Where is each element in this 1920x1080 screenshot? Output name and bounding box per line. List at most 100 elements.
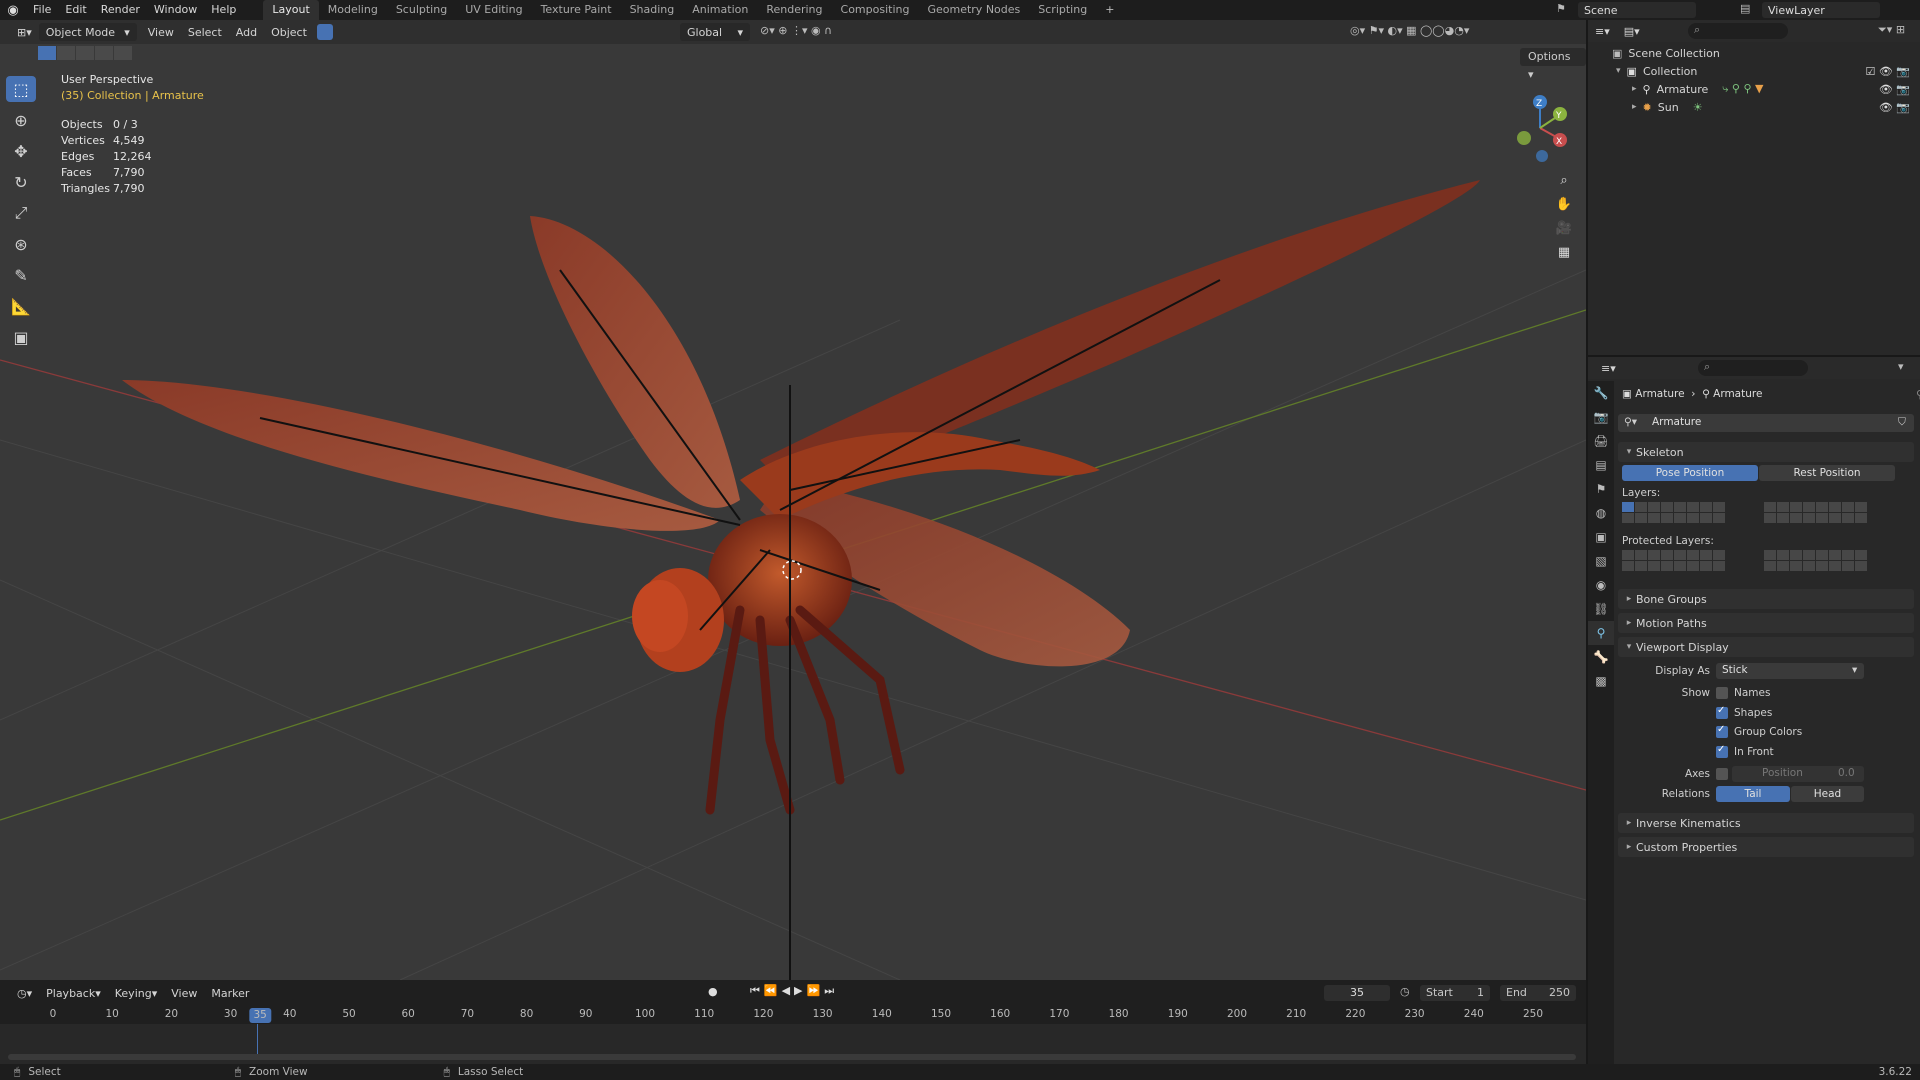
panel-inverse-kinematics[interactable]: ▸ Inverse Kinematics (1618, 813, 1914, 833)
tab-sculpting[interactable]: Sculpting (387, 0, 456, 20)
menu-timeline-view[interactable]: View (164, 984, 204, 1002)
current-frame-badge[interactable]: 35 (249, 1008, 271, 1023)
navigation-gizmo[interactable]: Z X Y (1510, 92, 1570, 162)
timeline-scrollbar[interactable] (8, 1054, 1576, 1060)
panel-motion-paths[interactable]: ▸ Motion Paths (1618, 613, 1914, 633)
collection-tab-icon[interactable]: ▣ (1588, 525, 1614, 549)
tab-texture-paint[interactable]: Texture Paint (532, 0, 621, 20)
menu-view[interactable]: View (141, 23, 181, 41)
tab-compositing[interactable]: Compositing (832, 0, 919, 20)
panel-custom-properties[interactable]: ▸ Custom Properties (1618, 837, 1914, 857)
blender-logo-icon[interactable]: ◉ (0, 0, 26, 20)
in-front-checkbox[interactable] (1716, 744, 1728, 758)
menu-add[interactable]: Add (229, 23, 264, 41)
options-dropdown[interactable]: Options ▾ (1520, 48, 1586, 81)
world-tab-icon[interactable]: ◍ (1588, 501, 1614, 525)
object-tab-icon[interactable]: ▧ (1588, 549, 1614, 573)
protected-layers-grid-b[interactable] (1764, 550, 1867, 571)
tab-geometry-nodes[interactable]: Geometry Nodes (918, 0, 1029, 20)
orientation-selector[interactable]: Global ▾ (680, 23, 750, 41)
timeline-editor-icon[interactable]: ◷▾ (10, 984, 39, 1002)
texture-tab-icon[interactable]: ▩ (1588, 669, 1614, 693)
outliner-row[interactable]: ▾ ▣ Collection ☑ 👁 📷 (1588, 62, 1920, 80)
rest-position-button[interactable]: Rest Position (1759, 465, 1895, 481)
axes-position-field[interactable]: Position 0.0 (1732, 766, 1864, 782)
tab-layout[interactable]: Layout (263, 0, 319, 20)
add-workspace-icon[interactable]: + (1096, 0, 1123, 20)
scene-tab-icon[interactable]: ⚑ (1588, 477, 1614, 501)
datablock-selector[interactable]: ⚲▾ Armature ⛉ (1618, 414, 1914, 432)
tab-scripting[interactable]: Scripting (1029, 0, 1096, 20)
panel-viewport-display[interactable]: ▾ Viewport Display (1618, 637, 1914, 657)
menu-edit[interactable]: Edit (58, 0, 93, 20)
panel-skeleton[interactable]: ▾ Skeleton (1618, 442, 1914, 462)
names-checkbox[interactable] (1716, 687, 1728, 699)
scale-icon[interactable]: ⤢ (6, 200, 36, 226)
outliner-row[interactable]: ▸ ⚲ Armature ⤷ ⚲ ⚲ ▼ 👁 📷 (1588, 80, 1920, 98)
armature-data-tab-icon[interactable]: ⚲ (1588, 621, 1614, 645)
menu-render[interactable]: Render (94, 0, 147, 20)
pin-icon[interactable]: ⚲ (1916, 388, 1920, 401)
tab-rendering[interactable]: Rendering (757, 0, 831, 20)
select-invert-icon[interactable] (95, 46, 113, 60)
measure-icon[interactable]: 📐 (6, 293, 36, 319)
select-subtract-icon[interactable] (76, 46, 94, 60)
relations-tail-button[interactable]: Tail (1716, 786, 1790, 802)
select-new-icon[interactable] (38, 46, 56, 60)
menu-window[interactable]: Window (147, 0, 204, 20)
frame-ruler[interactable]: 0 10 20 30 40 50 60 70 80 90 100 110 120 130 140 150 160… (0, 1006, 1586, 1024)
tab-uv-editing[interactable]: UV Editing (456, 0, 531, 20)
view-layer-selector[interactable]: ViewLayer (1762, 2, 1880, 18)
bone-tab-icon[interactable]: 🦴 (1588, 645, 1614, 669)
view-layer-tab-icon[interactable]: ▤ (1588, 453, 1614, 477)
playhead[interactable] (257, 1024, 258, 1054)
playback-controls-icon[interactable]: ⏮⏪◀▶⏩⏭ (750, 984, 838, 998)
3d-viewport[interactable]: ⊞▾ Object Mode ▾ View Select Add Object G… (0, 20, 1586, 980)
camera-icon[interactable]: 🎥 (1552, 216, 1576, 240)
start-frame-field[interactable]: Start 1 (1420, 985, 1490, 1001)
menu-select[interactable]: Select (181, 23, 229, 41)
output-tab-icon[interactable]: 🖨 (1588, 429, 1614, 453)
group-colors-checkbox[interactable] (1716, 724, 1728, 738)
display-mode-icon[interactable]: ▤▾ (1617, 22, 1647, 40)
menu-file[interactable]: File (26, 0, 58, 20)
constraints-tab-icon[interactable]: ⛓ (1588, 597, 1614, 621)
shapes-checkbox[interactable] (1716, 705, 1728, 719)
menu-marker[interactable]: Marker (204, 984, 256, 1002)
toggle-overlay-icon[interactable] (316, 24, 333, 40)
menu-help[interactable]: Help (204, 0, 243, 20)
scene-selector[interactable]: Scene (1578, 2, 1696, 18)
viewport-tools-icons[interactable]: ◎▾ ⚑▾ ◐▾ ▦ ◯◯◕◔▾ (1350, 24, 1469, 37)
select-box-icon[interactable]: ⬚ (6, 76, 36, 102)
mode-selector[interactable]: Object Mode ▾ (38, 23, 137, 41)
transform-icon[interactable]: ⊛ (6, 231, 36, 257)
menu-object[interactable]: Object (264, 23, 314, 41)
timeline-keyframe-area[interactable] (0, 1024, 1586, 1064)
pan-hand-icon[interactable]: ✋ (1552, 192, 1576, 216)
panel-bone-groups[interactable]: ▸ Bone Groups (1618, 589, 1914, 609)
scene-icon[interactable]: ⚑ (1556, 2, 1570, 18)
tool-tab-icon[interactable]: 🔧 (1588, 381, 1614, 405)
view-layer-icon[interactable]: ▤ (1740, 2, 1754, 18)
tab-modeling[interactable]: Modeling (319, 0, 387, 20)
current-frame-field[interactable]: 35 (1324, 985, 1390, 1001)
record-icon[interactable]: ● (708, 985, 718, 998)
menu-keying[interactable]: Keying ▾ (108, 984, 164, 1002)
relations-head-button[interactable]: Head (1791, 786, 1864, 802)
display-as-dropdown[interactable]: Stick ▾ (1716, 663, 1864, 679)
select-extend-icon[interactable] (57, 46, 75, 60)
outliner-editor-icon[interactable]: ≡▾ (1588, 22, 1617, 40)
menu-playback[interactable]: Playback ▾ (39, 984, 108, 1002)
select-intersect-icon[interactable] (114, 46, 132, 60)
end-frame-field[interactable]: End 250 (1500, 985, 1576, 1001)
editor-type-icon[interactable]: ⊞▾ (10, 23, 39, 41)
outliner-search-icon[interactable]: ⌕ (1688, 23, 1788, 39)
tab-animation[interactable]: Animation (683, 0, 757, 20)
add-cube-icon[interactable]: ▣ (6, 324, 36, 350)
clock-icon[interactable]: ◷ (1400, 985, 1410, 998)
outliner-row[interactable]: ▣ Scene Collection (1588, 44, 1920, 62)
axes-checkbox[interactable] (1716, 768, 1728, 780)
outliner-row[interactable]: ▸ ✹ Sun ☀ 👁 📷 (1588, 98, 1920, 116)
bone-layers-grid-a[interactable] (1622, 502, 1725, 523)
zoom-icon[interactable]: ⌕ (1552, 168, 1576, 192)
